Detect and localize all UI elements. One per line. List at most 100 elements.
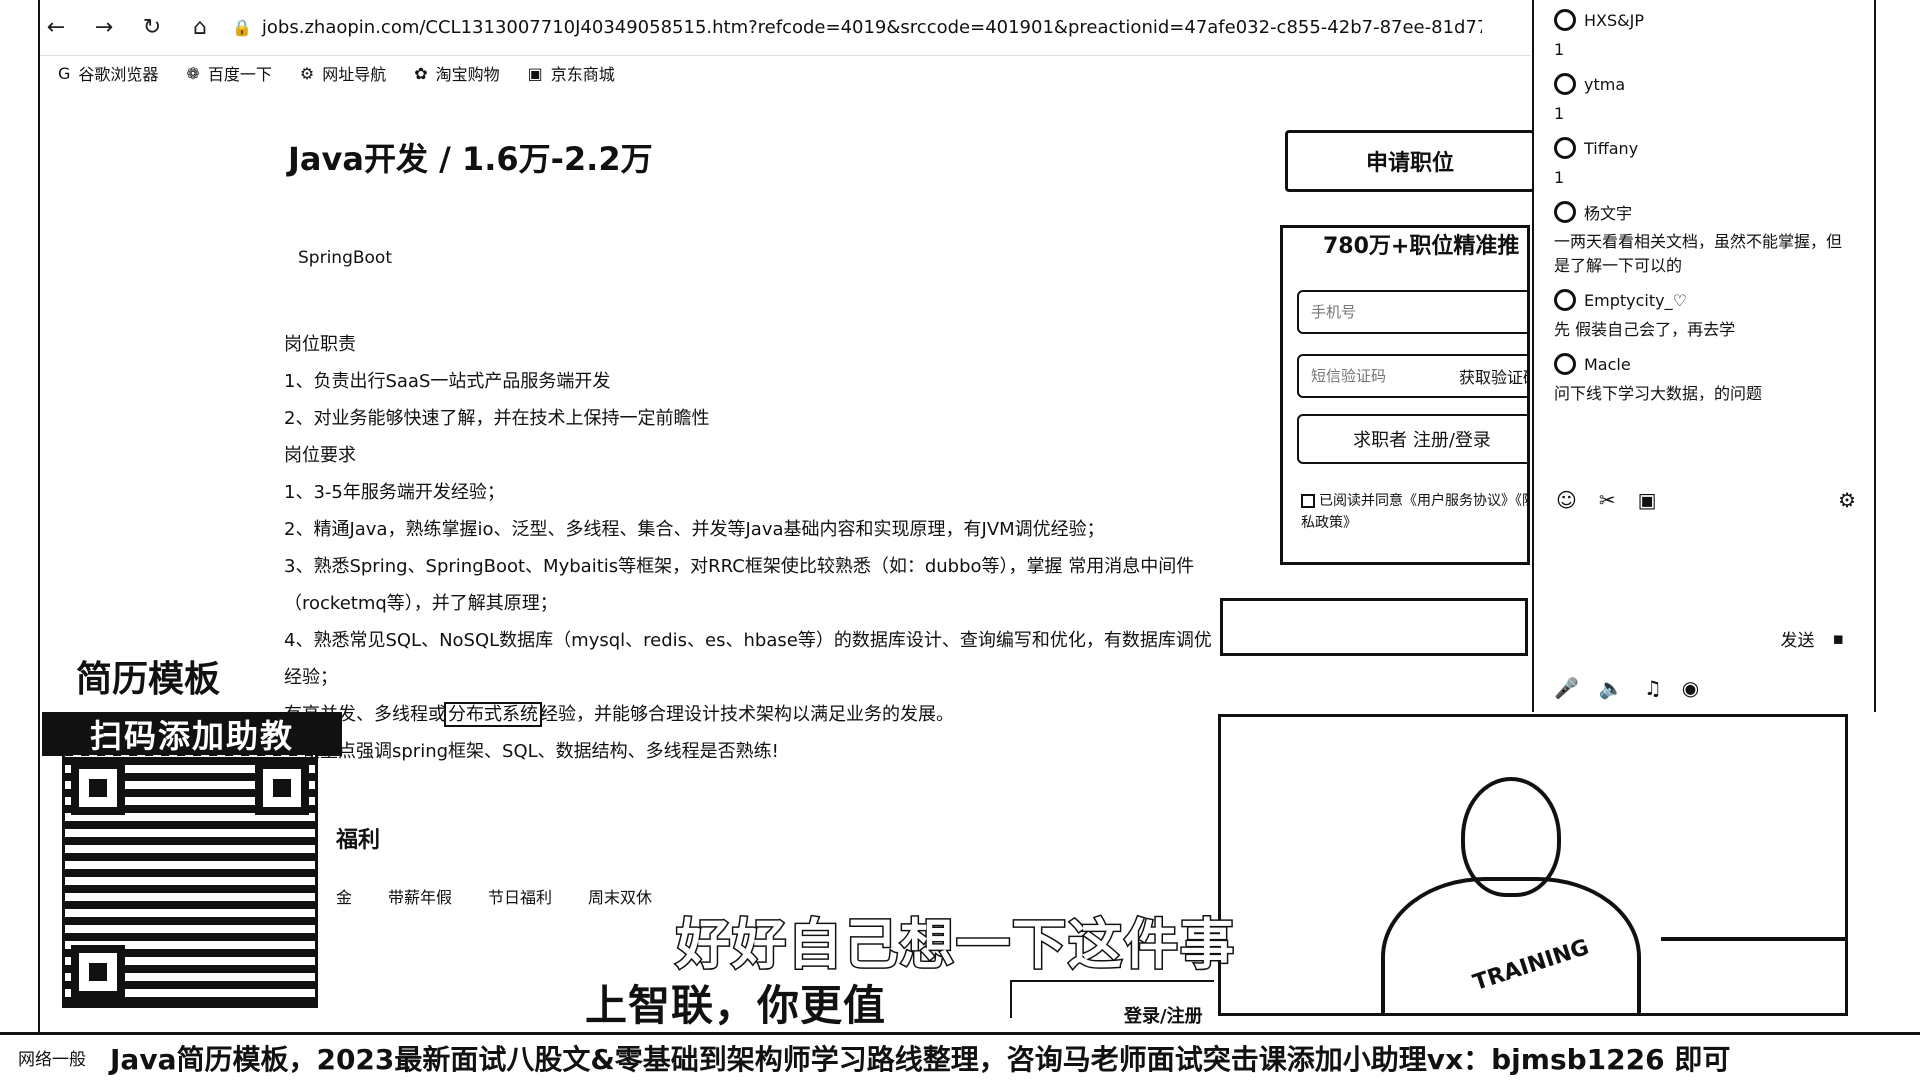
desc-line: 3、熟悉Spring、SpringBoot、Mybaitis等框架，对RRC框架…: [284, 556, 1195, 614]
desc-line: 时候重点强调spring框架、SQL、数据结构、多线程是否熟练!: [284, 741, 779, 762]
desc-line: 1、负责出行SaaS一站式产品服务端开发: [284, 371, 611, 392]
lock-icon: 🔒: [232, 18, 252, 37]
desc-text: 经验，并能够合理设计技术架构以满足业务的发展。: [540, 704, 954, 725]
bookmark-label: 京东商城: [550, 65, 615, 84]
agreement-text: 已阅读并同意《用户服务协议》《隐私政策》: [1301, 493, 1530, 531]
welfare-item: 节日福利: [488, 888, 553, 907]
bookmark-label: 百度一下: [207, 65, 272, 84]
chat-message: 杨文宇 一两天看看相关文档，虽然不能掌握，但是了解一下可以的: [1554, 198, 1854, 278]
scissors-icon[interactable]: ✂: [1599, 488, 1616, 512]
send-button[interactable]: 发送: [1780, 626, 1814, 651]
bookmark-label: 淘宝购物: [435, 65, 500, 84]
desc-line: 1、3-5年服务端开发经验；: [284, 482, 505, 503]
chat-text: 1: [1554, 40, 1565, 59]
welfare-item: 周末双休: [588, 888, 653, 907]
resume-subtitle: 扫码添加助教: [42, 712, 342, 756]
nav-icon: ⚙: [299, 63, 315, 83]
bookmark-nav[interactable]: ⚙ 网址导航: [300, 61, 386, 85]
emoji-icon[interactable]: ☺: [1556, 488, 1577, 512]
bookmark-baidu[interactable]: ❁ 百度一下: [186, 61, 271, 85]
presenter-body: [1381, 877, 1641, 1013]
welfare-title: 福利: [336, 828, 381, 853]
send-row: 发送 ▪: [1780, 626, 1844, 652]
chat-username: HXS&JP: [1584, 10, 1644, 30]
speaker-icon[interactable]: 🔈: [1599, 676, 1624, 700]
desc-line: 4、熟悉常见SQL、NoSQL数据库（mysql、redis、es、hbase等…: [284, 630, 1212, 688]
promo-banner: 网络一般 Java简历模板，2023最新面试八股文&零基础到架构师学习路线整理，…: [0, 1032, 1920, 1080]
agree-checkbox[interactable]: [1301, 494, 1315, 508]
desk: [1661, 937, 1845, 1013]
chat-username: ytma: [1584, 74, 1626, 94]
url-text: jobs.zhaopin.com/CCL1313007710J403490585…: [261, 17, 1482, 38]
avatar: [1554, 137, 1576, 159]
chat-message: Emptycity_♡ 先 假装自己会了，再去学: [1554, 286, 1854, 342]
chat-text: 问下线下学习大数据，的问题: [1554, 384, 1763, 403]
desc-line: 岗位职责: [284, 334, 356, 355]
chat-username: Macle: [1584, 354, 1631, 374]
job-description: 岗位职责 1、负责出行SaaS一站式产品服务端开发 2、对业务能够快速了解，并在…: [284, 326, 1214, 770]
chat-message: Macle 问下线下学习大数据，的问题: [1554, 350, 1854, 406]
resume-promo: 简历模板 扫码添加助教: [42, 650, 342, 756]
skill-tag: SpringBoot: [298, 248, 392, 268]
bookmarks-bar: G 谷歌浏览器 ❁ 百度一下 ⚙ 网址导航 ✿ 淘宝购物 ▣ 京东商城: [58, 58, 615, 88]
browser-toolbar: ← → ↻ ⌂ 🔒 jobs.zhaopin.com/CCL1313007710…: [40, 0, 1530, 56]
chat-message: ytma 1: [1554, 70, 1854, 126]
chat-text: 一两天看看相关文档，虽然不能掌握，但是了解一下可以的: [1554, 232, 1843, 275]
home-icon[interactable]: ⌂: [184, 12, 216, 44]
bookmark-jd[interactable]: ▣ 京东商城: [528, 61, 615, 85]
chat-text: 1: [1554, 168, 1565, 187]
welfare-item: 金: [336, 888, 353, 907]
back-icon[interactable]: ←: [40, 12, 72, 44]
reload-icon[interactable]: ↻: [136, 12, 168, 44]
jd-icon: ▣: [527, 63, 543, 83]
bookmark-label: 谷歌浏览器: [78, 65, 159, 84]
address-bar[interactable]: 🔒 jobs.zhaopin.com/CCL1313007710J4034905…: [232, 17, 1482, 38]
register-panel: 780万+职位精准推 获取验证码 求职者 注册/登录 已阅读并同意《用户服务协议…: [1280, 225, 1530, 565]
video-subtitle: 好好自己想一下这件事: [675, 912, 1236, 978]
avatar: [1554, 201, 1576, 223]
avatar: [1554, 73, 1576, 95]
qr-finder: [71, 945, 125, 999]
record-icon[interactable]: ◉: [1682, 676, 1699, 700]
banner-text: Java简历模板，2023最新面试八股文&零基础到架构师学习路线整理，咨询马老师…: [110, 1042, 1731, 1076]
get-code-button[interactable]: 获取验证码: [1459, 364, 1527, 388]
live-chat-panel: HXS&JP 1 ytma 1 Tiffany 1 杨文宇 一两天看看相关文档，…: [1532, 0, 1876, 712]
register-login-button[interactable]: 求职者 注册/登录: [1297, 414, 1527, 464]
chat-username: Tiffany: [1584, 138, 1639, 158]
apply-job-button[interactable]: 申请职位: [1285, 130, 1535, 192]
forward-icon[interactable]: →: [88, 12, 120, 44]
bookmark-taobao[interactable]: ✿ 淘宝购物: [414, 61, 499, 85]
ad-slogan: 上智联，你更值: [585, 981, 887, 1030]
avatar: [1554, 353, 1576, 375]
job-title: Java开发 / 1.6万-2.2万: [288, 140, 653, 178]
qr-finder: [71, 761, 125, 815]
register-title: 780万+职位精准推: [1323, 234, 1520, 259]
qr-finder: [255, 761, 309, 815]
chat-username: Emptycity_♡: [1584, 290, 1687, 310]
network-status: 网络一般: [18, 1050, 86, 1070]
microphone-icon[interactable]: 🎤: [1554, 676, 1579, 700]
chat-username: 杨文宇: [1584, 204, 1633, 223]
desc-line: 有高并发、多线程或 分布式系统 经验，并能够合理设计技术架构以满足业务的发展。: [284, 696, 1214, 733]
desc-line: 2、对业务能够快速了解，并在技术上保持一定前瞻性: [284, 408, 710, 429]
image-icon[interactable]: ▣: [1638, 488, 1657, 512]
welfare-item: 带薪年假: [388, 888, 453, 907]
desc-line: 2、精通Java，熟练掌握io、泛型、多线程、集合、并发等Java基础内容和实现…: [284, 519, 1105, 540]
chrome-icon: G: [58, 63, 71, 83]
highlighted-text: 分布式系统: [444, 702, 542, 727]
settings-icon[interactable]: ⚙: [1838, 488, 1856, 512]
paw-icon: ❁: [186, 63, 200, 83]
send-options-icon[interactable]: ▪: [1832, 629, 1844, 649]
left-divider: [38, 0, 40, 1040]
bookmark-chrome[interactable]: G 谷歌浏览器: [58, 61, 158, 85]
music-icon[interactable]: ♫: [1644, 676, 1662, 700]
phone-input[interactable]: [1297, 290, 1527, 334]
agreement: 已阅读并同意《用户服务协议》《隐私政策》: [1301, 490, 1530, 534]
resume-title: 简历模板: [76, 659, 221, 700]
taobao-icon: ✿: [414, 63, 428, 83]
blank-panel: [1220, 598, 1528, 656]
chat-message-list: HXS&JP 1 ytma 1 Tiffany 1 杨文宇 一两天看看相关文档，…: [1554, 6, 1854, 414]
avatar: [1554, 289, 1576, 311]
welfare-list: 金 带薪年假 节日福利 周末双休: [336, 884, 652, 908]
ad-login-link[interactable]: 登录/注册: [1124, 1002, 1203, 1028]
